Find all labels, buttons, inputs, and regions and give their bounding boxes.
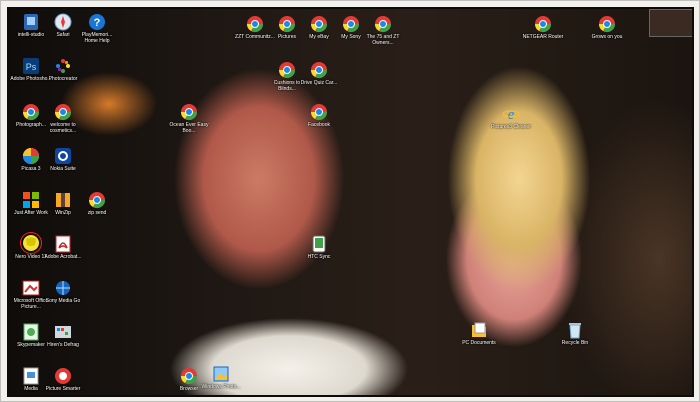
desktop-icon-pictures3-cleaner[interactable]: e Pictures3 Cleaner [489,105,533,130]
chrome-icon [88,191,106,209]
desktop-icon-label: Ocean Ever Easy Boo... [169,122,209,134]
desktop-icon-label: Sony Media Go [45,298,81,304]
chrome-icon [374,15,392,33]
desktop-icon-label: Hiren's Defrag [47,342,79,348]
desktop-icon-label: NETGEAR Router [522,34,564,40]
desktop-icon-pc-documents[interactable]: PC Documents [457,321,501,346]
recycle-bin-icon [566,321,584,339]
photoshop-icon: Ps [22,57,40,75]
file-icon [22,323,40,341]
picture-icon [54,367,72,385]
ie-icon: e [502,105,520,123]
chrome-icon [310,15,328,33]
desktop-icon-grows-on-you[interactable]: Grows on you [585,15,629,40]
htc-icon [310,235,328,253]
desktop-icon-windows-photo[interactable]: Windows Photo... [199,365,243,390]
chrome-icon [180,103,198,121]
desktop-icon-label: Windows Photo... [201,384,241,390]
desktop-icon-hirens-defrag[interactable]: Hiren's Defrag [41,323,85,348]
desktop-icon-label: PC Documents [462,340,496,346]
desktop-icon-label: Picture Smarter [45,386,81,392]
nokia-icon [54,147,72,165]
desktop-icon-label: Recycle Bin [561,340,589,346]
chrome-icon [534,15,552,33]
desktop-icon-picture-smarter[interactable]: Picture Smarter [41,367,85,392]
defrag-icon [54,323,72,341]
desktop-icon-adobe-acrobat[interactable]: Adobe Acrobat... [41,235,85,260]
desktop-icon-recycle-bin[interactable]: Recycle Bin [553,321,597,346]
desktop-icon-zip-send[interactable]: zip send [75,191,119,216]
svg-text:Ps: Ps [26,62,37,72]
chrome-icon [246,15,264,33]
desktop-icon-label: Adobe Acrobat... [44,254,82,260]
desktop-icon-ocean-ever-easy[interactable]: Ocean Ever Easy Boo... [167,103,211,134]
chrome-icon [278,15,296,33]
desktop-icon-label: The 75 and ZT Owners... [366,34,400,46]
svg-text:e: e [508,107,515,123]
desktop-icon-label: HTC Sync [307,254,331,260]
desktop-icon-welcome-to-cosmetics[interactable]: welcome to cosmetics... [41,103,85,134]
acrobat-icon [54,235,72,253]
chrome-icon [278,61,296,79]
chrome-icon [342,15,360,33]
help-icon: ? [88,13,106,31]
winzip-icon [54,191,72,209]
svg-text:?: ? [94,17,101,29]
desktop-icon-netgear-router[interactable]: NETGEAR Router [521,15,565,40]
picture-manager-icon [22,279,40,297]
desktop: intelli-studio Ps Adobe Photosho... Phot… [9,9,692,395]
windows-icon [212,365,230,383]
desktop-icon-label: Grows on you [591,34,623,40]
app-icon [22,13,40,31]
picasa-icon [22,147,40,165]
chrome-icon [54,103,72,121]
desktop-icon-facebook[interactable]: Facebook [297,103,341,128]
document-icon [470,321,488,339]
desktop-icon-label: Drive Quiz Car... [300,80,338,86]
chrome-icon [310,103,328,121]
network-icon [54,279,72,297]
desktop-icon-playmemories-help[interactable]: ? PlayMemori... Home Help [75,13,119,44]
desktop-icon-label: Nokia Suite [50,166,76,172]
wall-frame-decor [649,9,692,37]
chrome-icon [22,103,40,121]
desktop-icon-nokia-suite[interactable]: Nokia Suite [41,147,85,172]
desktop-icon-htc-sync[interactable]: HTC Sync [297,235,341,260]
desktop-icon-label: PlayMemori... Home Help [81,32,113,44]
nero-icon [21,233,41,253]
desktop-icon-label: Facebook [308,122,330,128]
pinwheel-icon [54,57,72,75]
desktop-icon-sony-media-go[interactable]: Sony Media Go [41,279,85,304]
wallpaper-frame: intelli-studio Ps Adobe Photosho... Phot… [0,0,700,402]
chrome-icon [180,367,198,385]
desktop-icon-photocreator[interactable]: Photocreator [41,57,85,82]
windows-icon [22,367,40,385]
chrome-icon [310,61,328,79]
windows-icon [22,191,40,209]
desktop-icon-zt-owners[interactable]: The 75 and ZT Owners... [361,15,405,46]
desktop-icon-label: welcome to cosmetics... [49,122,77,134]
desktop-icon-label: Photocreator [48,76,78,82]
desktop-icon-label: Pictures3 Cleaner [491,124,531,130]
chrome-icon [598,15,616,33]
safari-icon [54,13,72,31]
desktop-icon-drive-quiz[interactable]: Drive Quiz Car... [297,61,341,86]
desktop-icon-label: zip send [87,210,107,216]
